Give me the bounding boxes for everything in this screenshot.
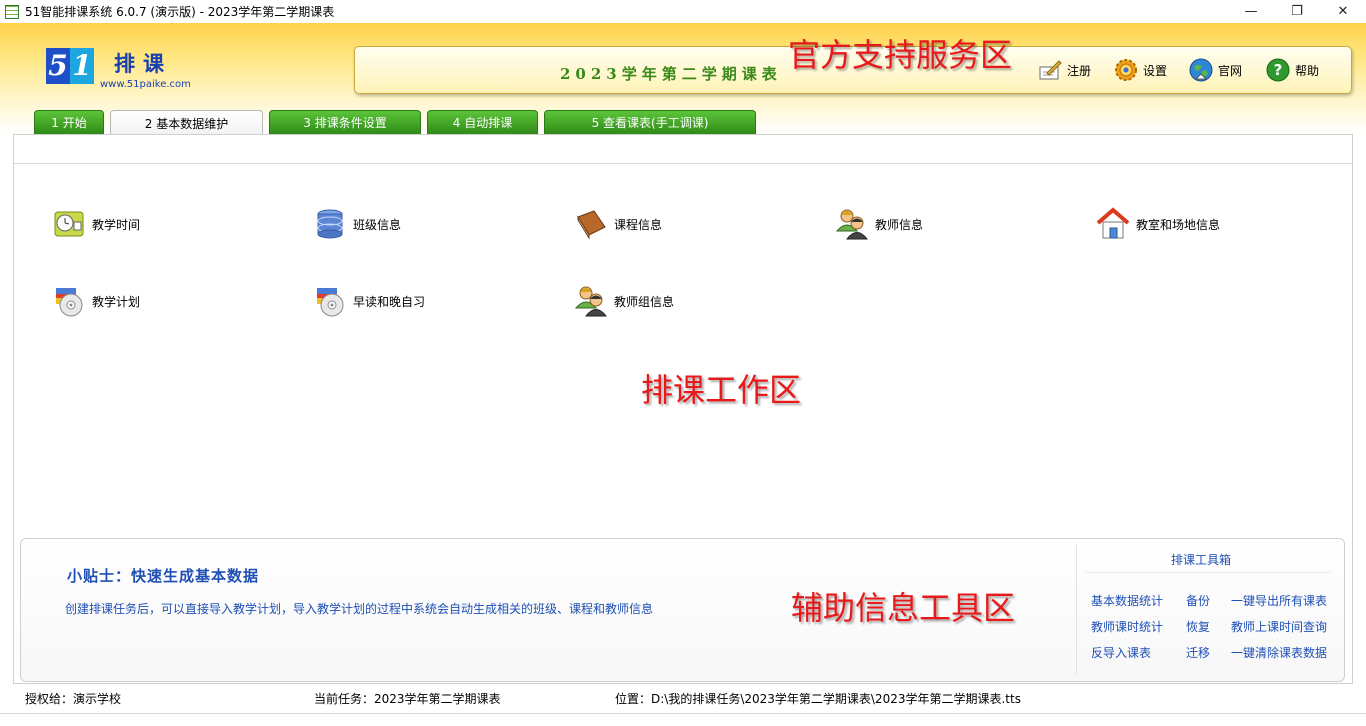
- tab-scheduling-conditions[interactable]: 3 排课条件设置: [269, 110, 421, 134]
- teaching-time-clock-icon: [52, 207, 86, 241]
- logo-url: www.51paike.com: [100, 79, 191, 90]
- workspace-toolbar-strip: [14, 135, 1352, 164]
- status-bar: 授权给：演示学校 当前任务：2023学年第二学期课表 位置：D:\我的排课任务\…: [0, 686, 1366, 708]
- settings-gear-icon: [1113, 57, 1139, 83]
- tips-body: 创建排课任务后，可以直接导入教学计划，导入教学计划的过程中系统会自动生成相关的班…: [65, 602, 654, 616]
- website-globe-icon: [1188, 57, 1214, 83]
- item-label: 教学计划: [92, 294, 141, 309]
- item-label: 教学时间: [92, 217, 141, 232]
- window-titlebar: 51智能排课系统 6.0.7 (演示版) - 2023学年第二学期课表 — ❐ …: [0, 0, 1366, 23]
- toolbox-divider: [1076, 545, 1077, 675]
- item-teacher-group[interactable]: 教师组信息: [574, 284, 674, 318]
- svg-text:?: ?: [1274, 61, 1283, 79]
- status-licensed-to: 授权给：演示学校: [25, 692, 122, 706]
- item-course-info[interactable]: 课程信息: [574, 207, 662, 241]
- website-label: 官网: [1218, 63, 1243, 78]
- tab-view-timetable[interactable]: 5 查看课表(手工调课): [544, 110, 756, 134]
- tab-basic-data[interactable]: 2 基本数据维护: [110, 110, 263, 135]
- help-button[interactable]: ? 帮助: [1265, 57, 1319, 83]
- toolbox-title: 排课工具箱: [1171, 553, 1232, 567]
- main-tabs: 1 开始 2 基本数据维护 3 排课条件设置 4 自动排课 5 查看课表(手工调…: [34, 110, 762, 135]
- tips-panel: 小贴士：快速生成基本数据 创建排课任务后，可以直接导入教学计划，导入教学计划的过…: [20, 538, 1345, 682]
- item-label: 教师信息: [875, 217, 924, 232]
- window-controls: — ❐ ✕: [1228, 0, 1366, 23]
- service-area-annotation: 官方支持服务区: [788, 36, 1013, 74]
- item-class-info[interactable]: 班级信息: [313, 207, 401, 241]
- item-label: 教室和场地信息: [1136, 217, 1221, 232]
- item-label: 课程信息: [614, 217, 663, 232]
- window-title: 51智能排课系统 6.0.7 (演示版) - 2023学年第二学期课表: [25, 5, 335, 19]
- register-pen-icon: [1037, 57, 1063, 83]
- semester-title: 2023学年第二学期课表: [560, 65, 782, 83]
- teacher-group-icon: [574, 284, 608, 318]
- teacher-users-icon: [835, 207, 869, 241]
- item-early-late-study[interactable]: 早读和晚自习: [313, 284, 425, 318]
- tool-backup[interactable]: 备份: [1186, 592, 1210, 609]
- logo-digit-1: 1: [70, 48, 94, 84]
- close-button[interactable]: ✕: [1320, 0, 1366, 23]
- help-label: 帮助: [1295, 63, 1320, 78]
- tool-basic-data-stats[interactable]: 基本数据统计: [1091, 592, 1163, 609]
- logo-mark: 5 1: [46, 48, 94, 84]
- status-current-task: 当前任务：2023学年第二学期课表: [314, 692, 501, 706]
- register-label: 注册: [1067, 63, 1092, 78]
- logo-text: 排课 www.51paike.com: [100, 48, 191, 90]
- status-location: 位置：D:\我的排课任务\2023学年第二学期课表\2023学年第二学期课表.t…: [615, 692, 1021, 706]
- item-label: 教师组信息: [614, 294, 675, 309]
- tool-export-all-timetables[interactable]: 一键导出所有课表: [1231, 592, 1327, 609]
- help-question-icon: ?: [1265, 57, 1291, 83]
- item-classroom-info[interactable]: 教室和场地信息: [1096, 207, 1220, 241]
- tab-start[interactable]: 1 开始: [34, 110, 104, 134]
- bottom-divider: [0, 713, 1366, 714]
- classroom-house-icon: [1096, 207, 1130, 241]
- item-label: 班级信息: [353, 217, 402, 232]
- item-teaching-time[interactable]: 教学时间: [52, 207, 140, 241]
- item-label: 早读和晚自习: [353, 294, 426, 309]
- tool-clear-timetable-data[interactable]: 一键清除课表数据: [1231, 644, 1327, 661]
- tool-reverse-import[interactable]: 反导入课表: [1091, 644, 1151, 661]
- work-area-annotation: 排课工作区: [641, 371, 802, 409]
- class-database-icon: [313, 207, 347, 241]
- tips-title: 小贴士：快速生成基本数据: [67, 567, 260, 585]
- study-session-disc-icon: [313, 284, 347, 318]
- settings-label: 设置: [1143, 63, 1168, 78]
- logo: 5 1 排课 www.51paike.com: [46, 48, 191, 90]
- tool-teacher-time-query[interactable]: 教师上课时间查询: [1231, 618, 1327, 635]
- item-teacher-info[interactable]: 教师信息: [835, 207, 923, 241]
- logo-name: 排课: [114, 51, 172, 76]
- minimize-button[interactable]: —: [1228, 0, 1274, 23]
- aux-area-annotation: 辅助信息工具区: [791, 589, 1016, 627]
- tab-auto-schedule[interactable]: 4 自动排课: [427, 110, 538, 134]
- settings-button[interactable]: 设置: [1113, 57, 1167, 83]
- tool-migrate[interactable]: 迁移: [1186, 644, 1210, 661]
- course-book-icon: [574, 207, 608, 241]
- restore-button[interactable]: ❐: [1274, 0, 1320, 23]
- item-teaching-plan[interactable]: 教学计划: [52, 284, 140, 318]
- logo-digit-5: 5: [46, 48, 70, 84]
- teaching-plan-disc-icon: [52, 284, 86, 318]
- register-button[interactable]: 注册: [1037, 57, 1091, 83]
- tool-restore[interactable]: 恢复: [1186, 618, 1210, 635]
- tool-teacher-hours-stats[interactable]: 教师课时统计: [1091, 618, 1163, 635]
- app-table-icon: [5, 4, 19, 19]
- website-button[interactable]: 官网: [1188, 57, 1242, 83]
- toolbox-separator: [1085, 572, 1331, 573]
